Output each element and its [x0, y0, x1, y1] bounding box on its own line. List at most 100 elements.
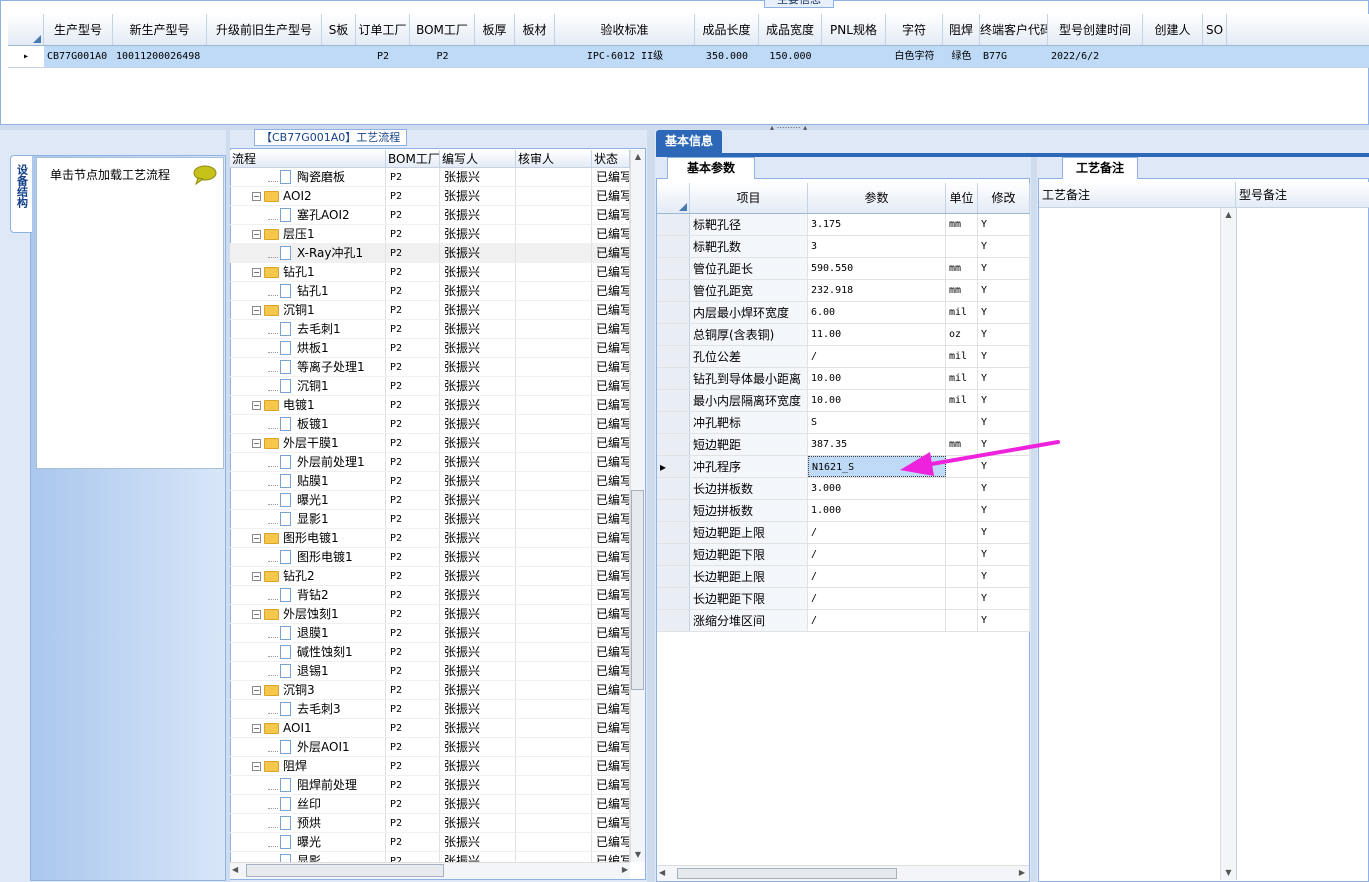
tab-process-remarks[interactable]: 工艺备注: [1062, 157, 1138, 179]
scroll-up-icon[interactable]: ▲: [1221, 208, 1236, 222]
column-header[interactable]: 成品长度: [695, 14, 759, 45]
collapse-toggle-icon[interactable]: −: [252, 267, 261, 277]
column-header[interactable]: 订单工厂: [356, 14, 410, 45]
params-hscroll-thumb[interactable]: [677, 868, 897, 879]
param-row[interactable]: 管位孔距宽 232.918 mm Y: [657, 280, 1030, 302]
tree-row[interactable]: 等离子处理1 P2 张振兴 已编写: [230, 358, 630, 377]
tree-header-reviewer[interactable]: 核审人: [516, 150, 592, 167]
tree-node[interactable]: − 阻焊: [230, 757, 386, 775]
equipment-tree-box[interactable]: [36, 157, 224, 469]
tree-node[interactable]: 等离子处理1: [230, 358, 386, 376]
param-row[interactable]: 内层最小焊环宽度 6.00 mil Y: [657, 302, 1030, 324]
tree-row[interactable]: 沉铜1 P2 张振兴 已编写: [230, 377, 630, 396]
product-cell[interactable]: [322, 46, 356, 67]
product-cell[interactable]: [475, 46, 515, 67]
param-value-field[interactable]: 1.000: [808, 500, 946, 521]
tree-node[interactable]: 曝光1: [230, 491, 386, 509]
param-value-field[interactable]: 232.918: [808, 280, 946, 301]
tree-row[interactable]: 丝印 P2 张振兴 已编写: [230, 795, 630, 814]
column-header[interactable]: 型号创建时间: [1048, 14, 1143, 45]
middle-vertical-splitter[interactable]: [647, 130, 655, 882]
column-header[interactable]: 生产型号: [44, 14, 113, 45]
param-value-field[interactable]: 10.00: [808, 368, 946, 389]
tree-node[interactable]: − 外层蚀刻1: [230, 605, 386, 623]
tree-row[interactable]: 背钻2 P2 张振兴 已编写: [230, 586, 630, 605]
tree-node[interactable]: 沉铜1: [230, 377, 386, 395]
param-row[interactable]: 总铜厚(含表铜) 11.00 oz Y: [657, 324, 1030, 346]
process-tree-scroll-thumb[interactable]: [631, 490, 644, 690]
column-header[interactable]: 验收标准: [555, 14, 695, 45]
product-cell[interactable]: CB77G001A0: [44, 46, 113, 67]
product-cell[interactable]: 150.000: [759, 46, 822, 67]
params-header-modify[interactable]: 修改: [978, 183, 1030, 213]
tree-row[interactable]: 贴膜1 P2 张振兴 已编写: [230, 472, 630, 491]
product-cell[interactable]: [822, 46, 886, 67]
process-remarks-field[interactable]: [1040, 209, 1218, 879]
param-row[interactable]: 短边靶距下限 / Y: [657, 544, 1030, 566]
product-cell[interactable]: B77G: [980, 46, 1048, 67]
tree-node[interactable]: 退膜1: [230, 624, 386, 642]
model-remarks-field[interactable]: [1238, 209, 1368, 879]
collapse-toggle-icon[interactable]: −: [252, 400, 261, 410]
scroll-up-icon[interactable]: ▲: [631, 150, 645, 164]
scroll-left-icon[interactable]: ◀: [232, 863, 238, 877]
tree-row[interactable]: − 钻孔2 P2 张振兴 已编写: [230, 567, 630, 586]
tree-node[interactable]: − 外层干膜1: [230, 434, 386, 452]
tree-row[interactable]: 烘板1 P2 张振兴 已编写: [230, 339, 630, 358]
tree-node[interactable]: − 沉铜3: [230, 681, 386, 699]
param-value-field[interactable]: 3.000: [808, 478, 946, 499]
collapse-toggle-icon[interactable]: −: [252, 761, 261, 771]
tree-header-status[interactable]: 状态: [592, 150, 630, 167]
product-grid-row[interactable]: ▸ CB77G001A0 10011200026498 P2 P2 IPC-6012 II…: [8, 46, 1369, 68]
tree-row[interactable]: − AOI2 P2 张振兴 已编写: [230, 187, 630, 206]
tree-row[interactable]: 显影 P2 张振兴 已编写: [230, 852, 630, 862]
tree-node[interactable]: − 电镀1: [230, 396, 386, 414]
tree-row[interactable]: 板镀1 P2 张振兴 已编写: [230, 415, 630, 434]
product-cell[interactable]: [207, 46, 322, 67]
product-cell[interactable]: [1203, 46, 1227, 67]
product-cell[interactable]: 2022/6/2: [1048, 46, 1143, 67]
param-row[interactable]: 短边拼板数 1.000 Y: [657, 500, 1030, 522]
param-value-field[interactable]: /: [808, 522, 946, 543]
tree-node[interactable]: − 沉铜1: [230, 301, 386, 319]
param-value-field[interactable]: S: [808, 412, 946, 433]
param-row[interactable]: 标靶孔数 3 Y: [657, 236, 1030, 258]
tree-row[interactable]: 曝光1 P2 张振兴 已编写: [230, 491, 630, 510]
tree-row[interactable]: 阻焊前处理 P2 张振兴 已编写: [230, 776, 630, 795]
param-value-field[interactable]: /: [808, 610, 946, 631]
collapse-toggle-icon[interactable]: −: [252, 609, 261, 619]
tree-row[interactable]: − 钻孔1 P2 张振兴 已编写: [230, 263, 630, 282]
tree-row[interactable]: 曝光 P2 张振兴 已编写: [230, 833, 630, 852]
product-cell[interactable]: [1143, 46, 1203, 67]
tree-row[interactable]: 退膜1 P2 张振兴 已编写: [230, 624, 630, 643]
tree-node[interactable]: 碱性蚀刻1: [230, 643, 386, 661]
column-header[interactable]: PNL规格: [822, 14, 886, 45]
param-row[interactable]: 管位孔距长 590.550 mm Y: [657, 258, 1030, 280]
tree-row[interactable]: 外层前处理1 P2 张振兴 已编写: [230, 453, 630, 472]
tree-node[interactable]: 陶瓷磨板: [230, 168, 386, 186]
tree-node[interactable]: − 图形电镀1: [230, 529, 386, 547]
tree-row[interactable]: − 沉铜3 P2 张振兴 已编写: [230, 681, 630, 700]
tab-equipment-structure[interactable]: 设备结构: [10, 155, 32, 233]
tree-header-bom-factory[interactable]: BOM工厂: [386, 150, 440, 167]
tree-node[interactable]: 阻焊前处理: [230, 776, 386, 794]
product-cell[interactable]: IPC-6012 II级: [555, 46, 695, 67]
tree-node[interactable]: 烘板1: [230, 339, 386, 357]
tree-header-author[interactable]: 编写人: [440, 150, 516, 167]
tree-node[interactable]: − 钻孔2: [230, 567, 386, 585]
tree-row[interactable]: 钻孔1 P2 张振兴 已编写: [230, 282, 630, 301]
scroll-down-icon[interactable]: ▼: [1221, 866, 1236, 880]
tree-node[interactable]: 丝印: [230, 795, 386, 813]
tree-row[interactable]: 去毛刺3 P2 张振兴 已编写: [230, 700, 630, 719]
product-cell[interactable]: P2: [356, 46, 410, 67]
params-header-unit[interactable]: 单位: [946, 183, 978, 213]
tree-node[interactable]: 背钻2: [230, 586, 386, 604]
product-cell[interactable]: 10011200026498: [113, 46, 207, 67]
tree-row[interactable]: 塞孔AOI2 P2 张振兴 已编写: [230, 206, 630, 225]
product-cell[interactable]: 绿色: [943, 46, 980, 67]
tree-node[interactable]: − 钻孔1: [230, 263, 386, 281]
process-tree-hscroll-thumb[interactable]: [246, 864, 444, 877]
column-header[interactable]: 终端客户代码: [980, 14, 1048, 45]
tree-node[interactable]: 显影1: [230, 510, 386, 528]
collapse-toggle-icon[interactable]: −: [252, 685, 261, 695]
